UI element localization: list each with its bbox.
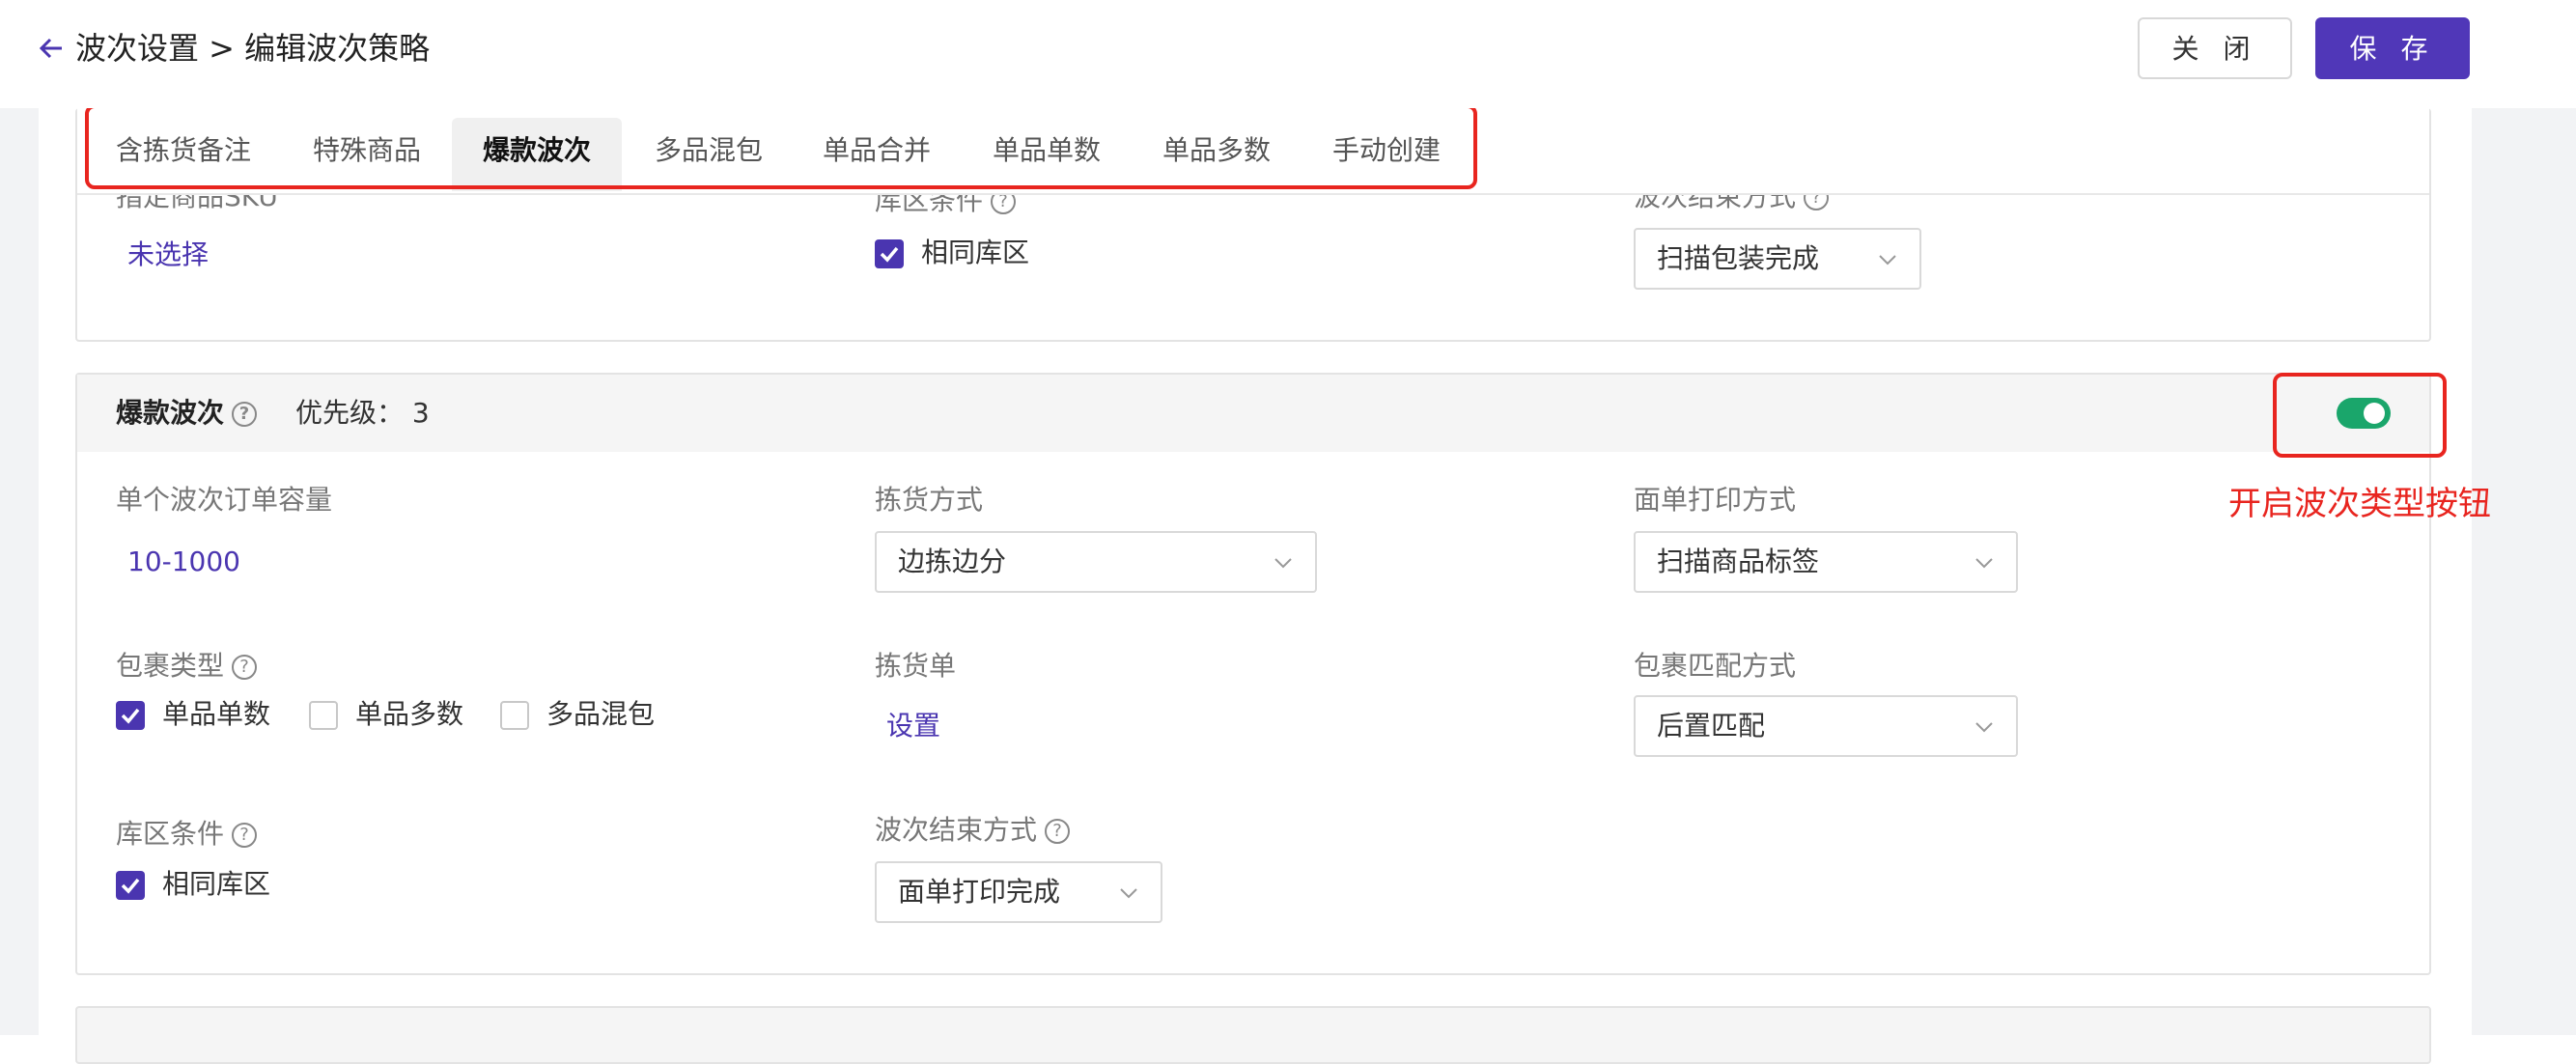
package-type-label: 包裹类型? [116, 647, 258, 686]
check-icon [880, 246, 899, 263]
zone-same-checkbox[interactable] [116, 871, 145, 900]
package-type-label-text: 包裹类型 [116, 650, 225, 682]
prev-end-select-value: 扫描包装完成 [1657, 242, 1820, 274]
check-icon [121, 708, 140, 724]
package-single-multi-checkbox[interactable] [309, 701, 338, 730]
hot-item-wave-card [75, 373, 2431, 975]
zone-condition-label: 库区条件? [116, 815, 258, 854]
priority-label: 优先级： [295, 397, 405, 429]
match-method-select[interactable]: 后置匹配 [1634, 695, 2018, 757]
chevron-down-icon [1274, 558, 1292, 569]
next-strategy-card [75, 1006, 2431, 1064]
wave-end-label: 波次结束方式? [875, 811, 1071, 850]
help-icon[interactable]: ? [1045, 819, 1071, 844]
match-method-value: 后置匹配 [1657, 710, 1766, 742]
package-single-single-checkbox[interactable] [116, 701, 145, 730]
chevron-down-icon [1120, 888, 1137, 899]
wave-end-label-text: 波次结束方式 [875, 814, 1038, 846]
help-icon[interactable]: ? [232, 823, 258, 848]
match-method-label: 包裹匹配方式 [1634, 650, 1797, 682]
print-method-value: 扫描商品标签 [1657, 546, 1820, 577]
priority: 优先级： 3 [295, 394, 430, 433]
tabs-highlight-box [85, 104, 1477, 189]
help-icon[interactable]: ? [232, 655, 258, 680]
toggle-highlight-box [2273, 373, 2447, 458]
prev-zone-checkbox[interactable] [875, 239, 904, 268]
chevron-down-icon [1975, 722, 1993, 733]
package-option-label: 单品多数 [355, 698, 464, 730]
zone-condition-label-text: 库区条件 [116, 818, 225, 850]
back-arrow-icon[interactable] [35, 29, 68, 68]
save-button[interactable]: 保 存 [2315, 17, 2470, 79]
pick-method-value: 边拣边分 [898, 546, 1007, 577]
check-icon [121, 878, 140, 894]
prev-zone-option-label: 相同库区 [921, 237, 1030, 268]
sku-select-link[interactable]: 未选择 [127, 236, 209, 274]
print-method-label: 面单打印方式 [1634, 484, 1797, 516]
wave-end-value: 面单打印完成 [898, 876, 1061, 908]
priority-value: 3 [411, 397, 430, 429]
toggle-annotation: 开启波次类型按钮 [2228, 485, 2491, 523]
chevron-down-icon [1975, 558, 1993, 569]
chevron-down-icon [1879, 255, 1896, 266]
zone-same-label: 相同库区 [162, 868, 271, 900]
print-method-select[interactable]: 扫描商品标签 [1634, 531, 2018, 593]
breadcrumb: 波次设置 > 编辑波次策略 [75, 30, 431, 67]
pick-method-select[interactable]: 边拣边分 [875, 531, 1317, 593]
wave-end-select[interactable]: 面单打印完成 [875, 861, 1162, 923]
pick-list-label: 拣货单 [875, 650, 957, 682]
prev-end-select[interactable]: 扫描包装完成 [1634, 228, 1921, 290]
capacity-label: 单个波次订单容量 [116, 484, 333, 516]
card-header [77, 375, 2429, 452]
card-title-text: 爆款波次 [116, 397, 225, 429]
package-option-label: 多品混包 [546, 698, 656, 730]
card-title: 爆款波次? [116, 394, 258, 433]
pick-list-settings-link[interactable]: 设置 [886, 707, 940, 745]
close-button[interactable]: 关 闭 [2138, 17, 2292, 79]
capacity-value-link[interactable]: 10-1000 [127, 543, 240, 581]
pick-method-label: 拣货方式 [875, 484, 984, 516]
help-icon[interactable]: ? [232, 402, 258, 427]
package-multi-mixed-checkbox[interactable] [500, 701, 529, 730]
package-option-label: 单品单数 [162, 698, 271, 730]
